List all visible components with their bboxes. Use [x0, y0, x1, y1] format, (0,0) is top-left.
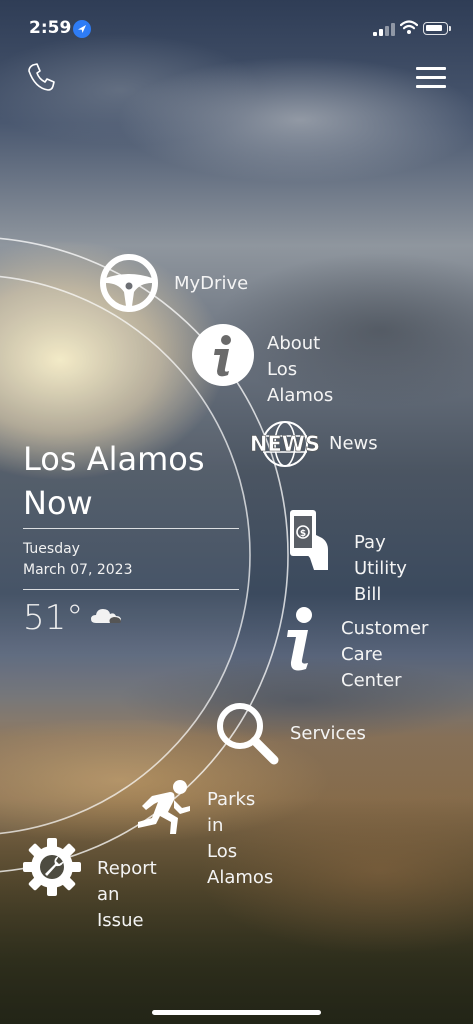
weather-temperature: 51° [23, 598, 84, 638]
phone-payment-icon: $ [290, 510, 328, 570]
magnifier-icon [217, 703, 279, 765]
home-indicator[interactable] [152, 1010, 321, 1015]
news-icon-text: NEWS [251, 432, 319, 456]
divider [23, 528, 239, 529]
menu-label-about: About Los Alamos [267, 333, 334, 406]
menu-label-mydrive: MyDrive [174, 273, 249, 294]
runner-icon [138, 780, 190, 834]
menu-label-pay-utility: Pay Utility Bill [354, 532, 407, 605]
gear-wrench-icon [23, 838, 81, 896]
menu-label-parks: Parks in Los Alamos [207, 789, 274, 888]
info-icon [287, 607, 312, 671]
news-globe-icon: NEWS [251, 421, 319, 467]
steering-wheel-icon [100, 254, 158, 312]
svg-text:$: $ [300, 529, 306, 539]
divider [23, 589, 239, 590]
info-circle-icon [192, 324, 254, 386]
menu-label-report-issue: Report an Issue [97, 858, 157, 931]
cloudy-icon [91, 609, 121, 623]
menu-label-services: Services [290, 723, 366, 744]
menu-label-customer-care: Customer Care Center [341, 618, 429, 691]
weather-date: March 07, 2023 [23, 562, 133, 578]
weather-title: Los Alamos Now [23, 440, 205, 522]
weather-day: Tuesday [23, 541, 80, 557]
menu-label-news: News [329, 433, 378, 454]
